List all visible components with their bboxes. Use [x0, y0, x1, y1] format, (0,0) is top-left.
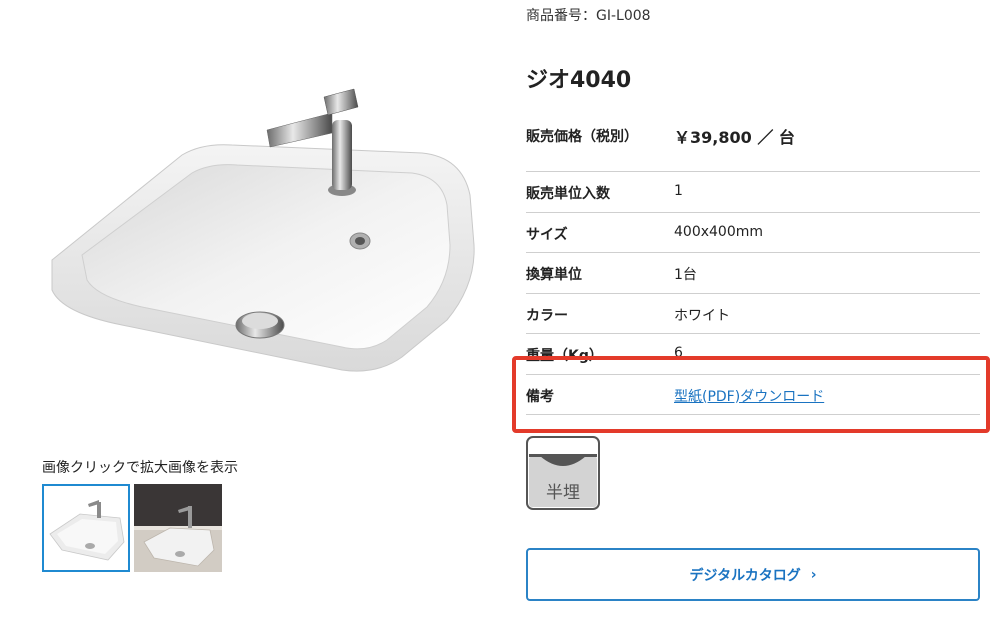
spec-label: 重量（Kg） — [526, 348, 603, 364]
spec-label: 換算単位 — [526, 267, 582, 283]
product-name: ジオ4040 — [526, 68, 632, 93]
spec-value: 400x400mm — [674, 223, 764, 240]
spec-value: 1 — [674, 183, 683, 199]
thumbnail-1[interactable] — [42, 484, 130, 572]
sink-image — [51, 88, 475, 372]
price-value: ￥39,800 ／ 台 — [674, 128, 795, 147]
thumbnail-2[interactable] — [134, 484, 222, 572]
spec-row-units: 販売単位入数 1 — [526, 172, 980, 213]
price-row: 販売価格（税別） ￥39,800 ／ 台 — [526, 124, 980, 148]
main-product-image[interactable] — [42, 85, 482, 385]
thumbnail-sink-white-icon — [42, 484, 130, 572]
spec-label: 販売単位入数 — [526, 186, 610, 202]
spec-label: サイズ — [526, 226, 568, 243]
spec-label: 備考 — [526, 388, 554, 405]
spec-table: 販売単位入数 1 サイズ 400x400mm 換算単位 1台 カラー ホワイト … — [526, 171, 980, 415]
spec-row-conversion-unit: 換算単位 1台 — [526, 253, 980, 294]
template-pdf-download-link[interactable]: 型紙(PDF)ダウンロード — [674, 386, 824, 406]
spec-value: ホワイト — [674, 307, 730, 324]
chevron-right-icon: › — [810, 566, 817, 583]
digital-catalog-label: デジタルカタログ — [689, 567, 801, 584]
spec-row-weight: 重量（Kg） 6 — [526, 334, 980, 375]
product-number: 商品番号：GI-L008 — [526, 8, 651, 24]
spec-value: 1台 — [674, 267, 697, 283]
install-badge-label: 半埋 — [546, 483, 580, 503]
thumbnail-sink-installed-icon — [134, 484, 222, 572]
spec-value: 6 — [674, 345, 683, 361]
spec-label: カラー — [526, 307, 568, 324]
digital-catalog-button[interactable]: デジタルカタログ › — [526, 548, 980, 601]
spec-row-color: カラー ホワイト — [526, 294, 980, 334]
gallery-caption: 画像クリックで拡大画像を表示 — [42, 460, 238, 476]
semi-recessed-install-icon: 半埋 — [526, 436, 600, 510]
spec-row-size: サイズ 400x400mm — [526, 213, 980, 253]
price-label: 販売価格（税別） — [526, 129, 638, 145]
spec-row-notes: 備考 型紙(PDF)ダウンロード — [526, 375, 980, 415]
thumbnail-strip — [42, 484, 222, 572]
